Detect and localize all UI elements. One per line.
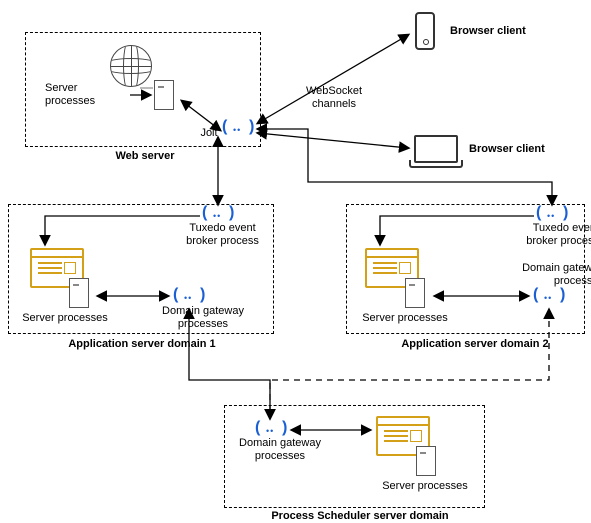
- app-domain2-label: Application server domain 2: [380, 338, 570, 351]
- ad2-server-icon: [405, 278, 425, 308]
- jolt-label: Jolt: [194, 127, 224, 140]
- ad2-gateway-icon: (••(: [535, 290, 563, 304]
- ad1-tuxedo-gateway-icon: (••(: [204, 208, 232, 222]
- phone-icon: [415, 12, 435, 50]
- ad1-tuxedo-label: Tuxedo event broker process: [175, 222, 270, 247]
- browser-client2-label: Browser client: [469, 143, 579, 156]
- ad2-tuxedo-label: Tuxedo event broker process: [504, 222, 591, 247]
- globe-icon: [110, 45, 152, 87]
- ad1-gateway-label: Domain gateway processes: [143, 305, 263, 330]
- ws-server-processes-label: Server processes: [45, 82, 130, 107]
- server-icon-web: [154, 80, 174, 110]
- laptop-icon: [414, 135, 458, 163]
- ad1-server-processes-label: Server processes: [10, 312, 120, 325]
- ad1-server-icon: [69, 278, 89, 308]
- ad1-gateway-icon: (••(: [175, 290, 203, 304]
- jolt-gateway-icon: (••(: [224, 122, 252, 136]
- ps-server-icon: [416, 446, 436, 476]
- ad2-gateway-label: Domain gateway processes: [494, 262, 591, 287]
- ps-gateway-label: Domain gateway processes: [225, 437, 335, 462]
- process-scheduler-label: Process Scheduler server domain: [260, 510, 460, 523]
- browser-client1-label: Browser client: [450, 25, 560, 38]
- ad2-tuxedo-gateway-icon: (••(: [538, 208, 566, 222]
- ps-server-processes-label: Server processes: [370, 480, 480, 493]
- ad2-server-processes-label: Server processes: [350, 312, 460, 325]
- websocket-channels-label: WebSocket channels: [289, 85, 379, 110]
- ps-gateway-icon: (••(: [257, 423, 285, 437]
- app-domain1-label: Application server domain 1: [47, 338, 237, 351]
- web-server-label: Web server: [100, 150, 190, 163]
